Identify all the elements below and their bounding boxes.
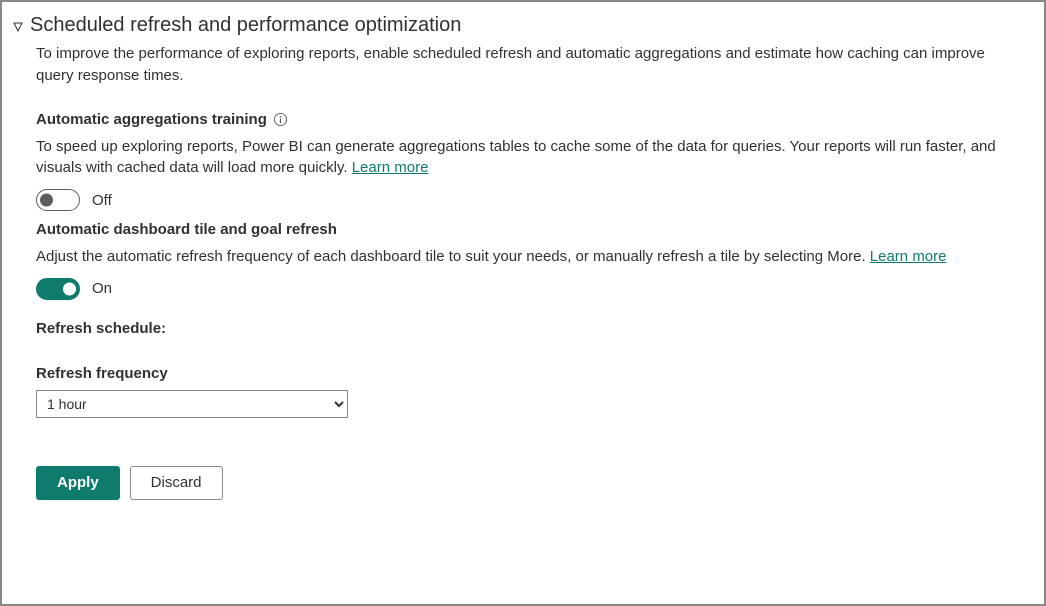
- apply-button[interactable]: Apply: [36, 466, 120, 500]
- refresh-frequency-select[interactable]: 1 hour: [36, 390, 348, 418]
- dashboard-refresh-learn-more-link[interactable]: Learn more: [870, 248, 947, 265]
- discard-button[interactable]: Discard: [130, 466, 223, 500]
- dashboard-refresh-toggle-label: On: [92, 280, 112, 297]
- info-icon[interactable]: [273, 112, 288, 127]
- refresh-frequency-label: Refresh frequency: [36, 365, 1018, 382]
- dashboard-refresh-title: Automatic dashboard tile and goal refres…: [36, 221, 1018, 238]
- refresh-schedule-label: Refresh schedule:: [36, 320, 1018, 337]
- section-title: Scheduled refresh and performance optimi…: [30, 14, 461, 37]
- aggregations-title: Automatic aggregations training: [36, 111, 267, 128]
- aggregations-learn-more-link[interactable]: Learn more: [352, 159, 429, 176]
- dashboard-refresh-description: Adjust the automatic refresh frequency o…: [36, 246, 1018, 268]
- aggregations-toggle[interactable]: [36, 189, 80, 211]
- aggregations-description: To speed up exploring reports, Power BI …: [36, 136, 1018, 180]
- aggregations-toggle-label: Off: [92, 192, 112, 209]
- chevron-expanded-icon[interactable]: [12, 20, 24, 32]
- section-description: To improve the performance of exploring …: [36, 43, 1018, 87]
- dashboard-refresh-toggle[interactable]: [36, 278, 80, 300]
